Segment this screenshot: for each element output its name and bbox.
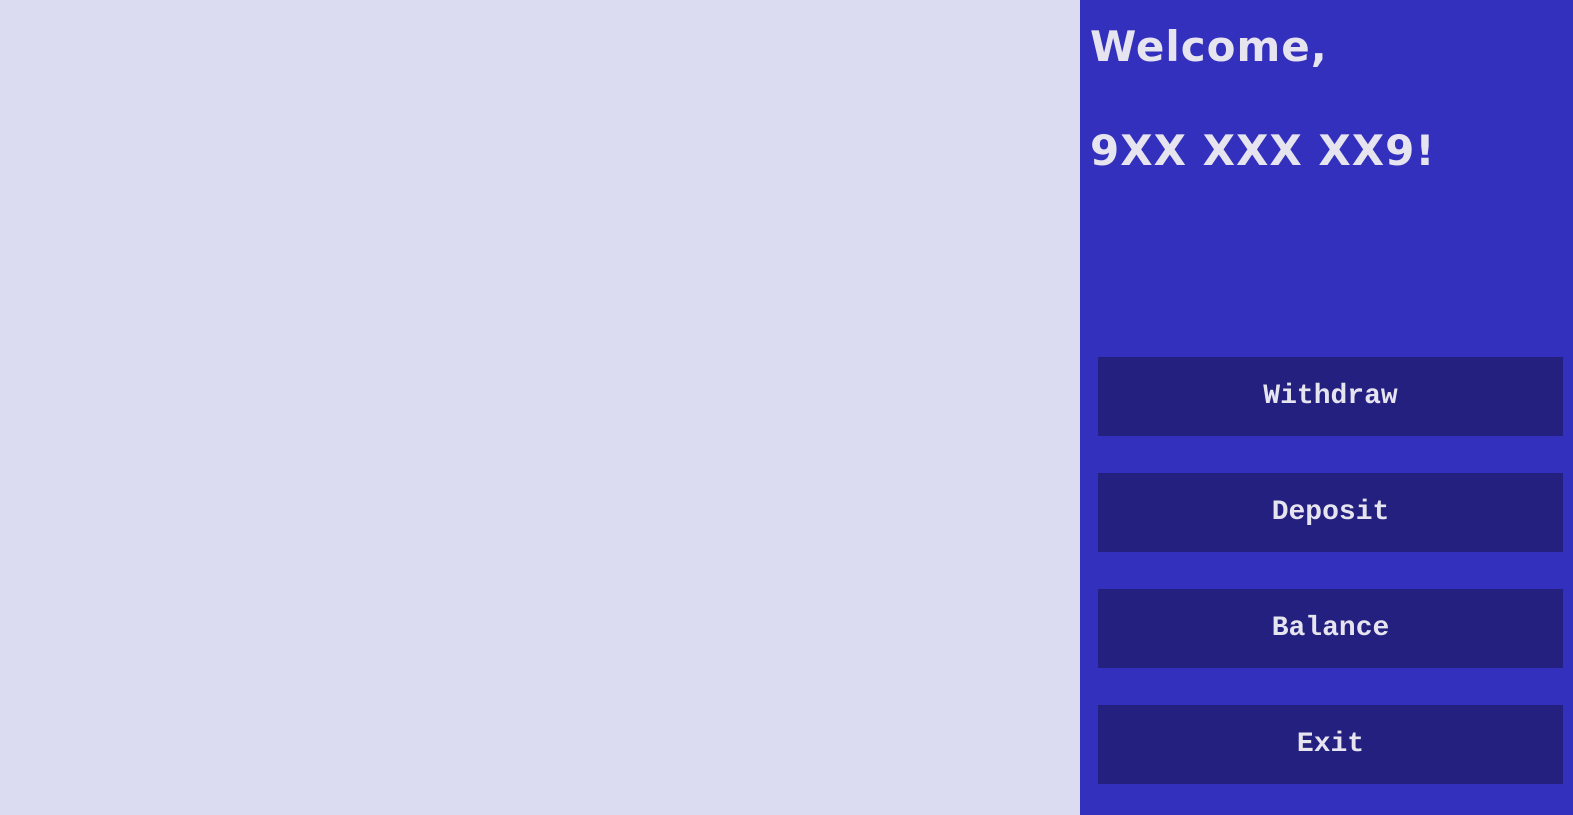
user-id-display: 9XX XXX XX9! — [1090, 126, 1436, 175]
main-content-area — [0, 0, 1080, 815]
side-panel: Welcome, 9XX XXX XX9! Withdraw Deposit B… — [1080, 0, 1573, 815]
welcome-greeting: Welcome, — [1090, 22, 1328, 71]
balance-button[interactable]: Balance — [1098, 589, 1563, 668]
withdraw-button[interactable]: Withdraw — [1098, 357, 1563, 436]
exit-button[interactable]: Exit — [1098, 705, 1563, 784]
deposit-button[interactable]: Deposit — [1098, 473, 1563, 552]
